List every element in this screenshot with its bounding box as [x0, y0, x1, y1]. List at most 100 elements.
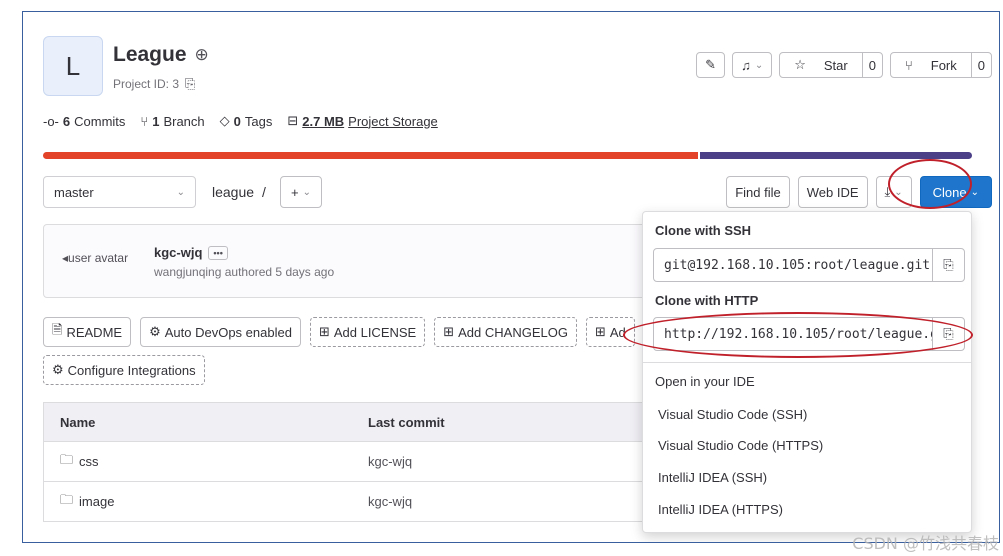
add-changelog-label: Add CHANGELOG	[458, 324, 568, 340]
table-header: Name Last commit	[43, 402, 653, 442]
folder-icon: 🗀	[60, 491, 74, 507]
clone-dropdown: Clone with SSH git@192.168.10.105:root/l…	[642, 211, 972, 533]
tags-link[interactable]: ◇ 0 Tags	[220, 113, 273, 129]
table-row[interactable]: 🗀 css kgc-wjq	[43, 442, 653, 482]
file-name[interactable]: css	[79, 454, 99, 469]
gitlab-project-page: L League ⊕ Project ID: 3 ⎘ -o- 6 Commits…	[22, 11, 1000, 543]
plus-square-icon: ⊞	[318, 324, 330, 339]
ide-option-vscode-ssh[interactable]: Visual Studio Code (SSH)	[658, 407, 807, 422]
fork-button[interactable]: ⑂ Fork 0	[889, 52, 992, 78]
commit-title[interactable]: kgc-wjq	[154, 245, 202, 260]
fork-icon: ⑂	[904, 57, 913, 73]
settings-button[interactable]: ✎	[696, 52, 726, 78]
project-title-row: League ⊕	[113, 43, 209, 67]
chevron-down-icon: ⌄	[176, 186, 185, 198]
project-header-actions: ✎ ♫ ⌄ ☆ Star 0 ⑂ Fork 0	[696, 52, 992, 78]
file-table: Name Last commit 🗀 css kgc-wjq 🗀 image kgc…	[43, 402, 653, 522]
table-row[interactable]: 🗀 image kgc-wjq	[43, 482, 653, 522]
ssh-url-field: git@192.168.10.105:root/league.git ⎘	[653, 248, 965, 282]
file-last-commit[interactable]: kgc-wjq	[354, 454, 412, 469]
breadcrumb: league /	[212, 184, 266, 200]
commit-title-row: kgc-wjq •••	[154, 245, 228, 260]
storage-value: 2.7 MB	[302, 113, 345, 129]
web-ide-button[interactable]: Web IDE	[797, 176, 868, 208]
ide-option-intellij-ssh[interactable]: IntelliJ IDEA (SSH)	[658, 470, 767, 485]
last-commit-panel: ◂user avatar kgc-wjq ••• wangjunqing aut…	[43, 224, 653, 298]
star-count[interactable]: 0	[861, 53, 882, 77]
file-last-commit[interactable]: kgc-wjq	[354, 494, 412, 509]
storage-link[interactable]: ⊟ 2.7 MB Project Storage	[287, 113, 437, 129]
branch-name: master	[54, 184, 94, 200]
header-last-commit: Last commit	[368, 414, 445, 430]
add-license-label: Add LICENSE	[333, 324, 417, 340]
breadcrumb-separator: /	[262, 184, 266, 200]
find-file-button[interactable]: Find file	[726, 176, 790, 208]
avatar-alt-text: user avatar	[68, 251, 129, 265]
readme-label: README	[66, 324, 123, 340]
clone-ssh-heading: Clone with SSH	[655, 223, 752, 238]
wrench-icon: ✎	[705, 57, 717, 72]
branch-selector[interactable]: master ⌄	[43, 176, 196, 208]
configure-integrations-button[interactable]: ⚙ Configure Integrations	[43, 355, 205, 385]
branches-link[interactable]: ⑂ 1 Branch	[140, 114, 204, 129]
user-avatar[interactable]: ◂user avatar	[62, 251, 128, 265]
commit-icon: -o-	[43, 113, 59, 129]
globe-icon: ⊕	[194, 45, 209, 64]
branch-count: 1	[152, 113, 160, 129]
project-id-label: Project ID: 3	[113, 77, 180, 91]
star-button[interactable]: ☆ Star 0	[779, 52, 883, 78]
quick-actions-row: 🗎 README ⚙ Auto DevOps enabled ⊞ Add LICENS…	[43, 317, 635, 347]
commits-link[interactable]: -o- 6 Commits	[43, 114, 125, 129]
add-license-button[interactable]: ⊞ Add LICENSE	[309, 317, 426, 347]
highlight-circle-clone	[888, 159, 972, 209]
add-changelog-button[interactable]: ⊞ Add CHANGELOG	[434, 317, 577, 347]
file-name[interactable]: image	[79, 494, 114, 509]
project-avatar: L	[43, 36, 103, 96]
chevron-down-icon: ⌄	[970, 186, 979, 198]
language-bar	[43, 152, 972, 159]
readme-button[interactable]: 🗎 README	[43, 317, 132, 347]
project-stats: -o- 6 Commits ⑂ 1 Branch ◇ 0 Tags ⊟ 2.7 …	[43, 113, 438, 129]
project-name[interactable]: League	[113, 43, 187, 67]
plus-icon: +	[291, 184, 299, 200]
expand-commit-button[interactable]: •••	[208, 245, 228, 260]
branch-icon: ⑂	[140, 113, 149, 129]
gear-icon: ⚙	[149, 324, 161, 339]
chevron-down-icon: ⌄	[754, 59, 764, 71]
ide-option-intellij-https[interactable]: IntelliJ IDEA (HTTPS)	[658, 502, 783, 517]
chevron-down-icon: ⌄	[302, 186, 311, 198]
commits-count: 6	[62, 113, 71, 129]
quick-actions-row-2: ⚙ Configure Integrations	[43, 355, 205, 385]
dropdown-divider	[643, 362, 971, 363]
autodevops-label: Auto DevOps enabled	[164, 324, 292, 340]
storage-label: Project Storage	[348, 113, 438, 129]
watermark: CSDN @竹浅共春枝	[852, 534, 999, 553]
commit-author-line: wangjunqing authored 5 days ago	[154, 265, 335, 279]
tags-label: Tags	[244, 113, 273, 129]
breadcrumb-project[interactable]: league	[212, 184, 254, 200]
open-in-ide-heading: Open in your IDE	[655, 374, 755, 389]
gear-icon: ⚙	[52, 362, 64, 377]
ssh-url-input[interactable]: git@192.168.10.105:root/league.git	[654, 249, 932, 281]
fork-count[interactable]: 0	[970, 53, 991, 77]
configure-integrations-label: Configure Integrations	[67, 362, 196, 378]
copy-icon[interactable]: ⎘	[932, 249, 964, 281]
language-bar-segment-1	[43, 152, 698, 159]
ide-option-vscode-https[interactable]: Visual Studio Code (HTTPS)	[658, 438, 823, 453]
tag-icon: ◇	[219, 113, 230, 128]
autodevops-button[interactable]: ⚙ Auto DevOps enabled	[140, 317, 301, 347]
bell-icon: ♫	[741, 57, 751, 73]
notification-button[interactable]: ♫ ⌄	[732, 52, 773, 78]
plus-square-icon: ⊞	[443, 324, 455, 339]
star-label: Star	[823, 57, 848, 73]
copy-id-icon[interactable]: ⎘	[185, 76, 195, 92]
fork-label: Fork	[930, 57, 957, 73]
commits-label: Commits	[74, 113, 126, 129]
language-bar-segment-2	[697, 152, 972, 159]
branch-label: Branch	[163, 113, 205, 129]
plus-square-icon: ⊞	[594, 324, 606, 339]
highlight-circle-http	[623, 312, 973, 358]
folder-icon: 🗀	[60, 451, 74, 467]
add-file-dropdown[interactable]: + ⌄	[280, 176, 322, 208]
clone-http-heading: Clone with HTTP	[655, 293, 759, 308]
